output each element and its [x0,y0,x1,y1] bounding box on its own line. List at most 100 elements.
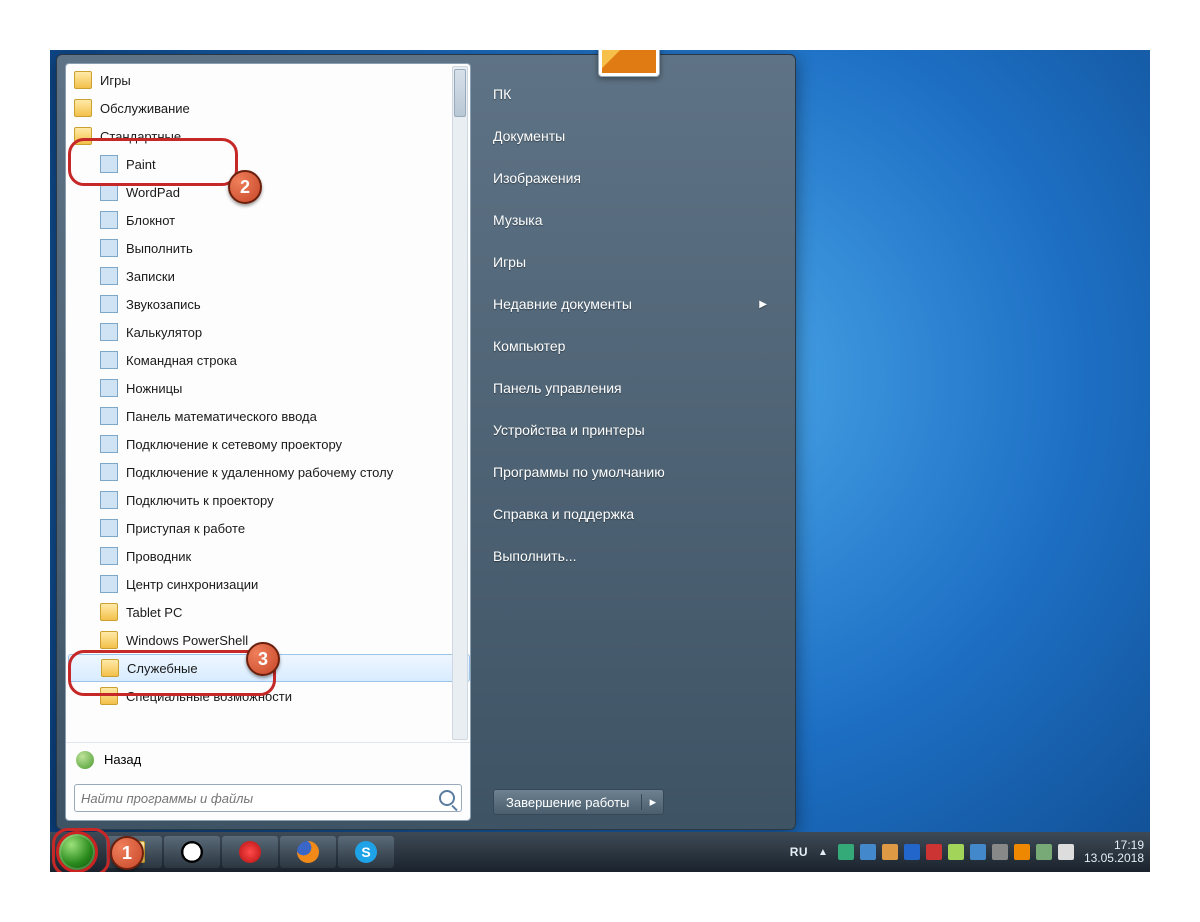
program-label: Стандартные [100,129,181,144]
program-label: Звукозапись [126,297,201,312]
program-item[interactable]: Звукозапись [68,290,470,318]
program-label: Paint [126,157,156,172]
program-folder[interactable]: Обслуживание [68,94,470,122]
start-right-item[interactable]: Выполнить... [493,535,777,577]
program-label: Служебные [127,661,198,676]
program-item[interactable]: Калькулятор [68,318,470,346]
scrollbar-thumb[interactable] [454,69,466,117]
program-label: Центр синхронизации [126,577,258,592]
search-box[interactable] [74,784,462,812]
start-right-label: ПК [493,86,511,102]
start-right-label: Справка и поддержка [493,506,634,522]
app-icon [100,407,118,425]
program-item[interactable]: Подключить к проектору [68,486,470,514]
app-icon [100,155,118,173]
tray-icon[interactable] [926,844,942,860]
program-item[interactable]: Блокнот [68,206,470,234]
shutdown-button[interactable]: Завершение работы ▸ [493,789,664,815]
program-label: Игры [100,73,131,88]
program-label: Ножницы [126,381,182,396]
program-folder[interactable]: Специальные возможности [68,682,470,710]
folder-icon [101,659,119,677]
start-right-label: Устройства и принтеры [493,422,645,438]
program-folder[interactable]: Стандартные [68,122,470,150]
start-right-item[interactable]: ПК [493,73,777,115]
program-item[interactable]: WordPad [68,178,470,206]
start-menu-right-pane: ПК ДокументыИзображенияМузыкаИгрыНедавние… [471,63,787,821]
program-item[interactable]: Приступая к работе [68,514,470,542]
app-icon [100,379,118,397]
tray-icon[interactable] [970,844,986,860]
folder-icon [74,71,92,89]
start-right-item[interactable]: Программы по умолчанию [493,451,777,493]
start-right-item[interactable]: Панель управления [493,367,777,409]
program-label: Командная строка [126,353,237,368]
volume-icon[interactable] [1058,844,1074,860]
start-menu: Игры Обслуживание Стандартные Paint WordPadБ… [56,54,796,830]
tray-icon[interactable] [882,844,898,860]
program-item[interactable]: Записки [68,262,470,290]
start-right-item[interactable]: Игры [493,241,777,283]
program-label: Приступая к работе [126,521,245,536]
program-label: Подключение к сетевому проектору [126,437,342,452]
search-input[interactable] [81,791,439,806]
program-item[interactable]: Выполнить [68,234,470,262]
program-folder[interactable]: Tablet PC [68,598,470,626]
app-icon [100,183,118,201]
program-item[interactable]: Центр синхронизации [68,570,470,598]
app-icon [100,267,118,285]
app-icon [100,463,118,481]
program-item[interactable]: Подключение к удаленному рабочему столу [68,458,470,486]
start-right-item[interactable]: Устройства и принтеры [493,409,777,451]
all-programs-list[interactable]: Игры Обслуживание Стандартные Paint WordPadБ… [66,64,470,742]
taskbar-pinned-panda[interactable] [164,836,220,868]
app-icon [100,323,118,341]
folder-icon [74,127,92,145]
program-folder[interactable]: Игры [68,66,470,94]
tray-icon[interactable] [992,844,1008,860]
taskbar-pinned-skype[interactable]: S [338,836,394,868]
app-icon [100,295,118,313]
program-item[interactable]: Проводник [68,542,470,570]
taskbar-clock[interactable]: 17:19 13.05.2018 [1084,839,1144,865]
app-icon [100,519,118,537]
firefox-icon [297,841,319,863]
tray-icon[interactable] [860,844,876,860]
folder-icon [100,687,118,705]
tray-expand-arrow[interactable]: ▲ [818,847,828,858]
back-button[interactable]: Назад [66,742,470,776]
taskbar-pinned-firefox[interactable] [280,836,336,868]
system-tray: RU ▲ 17:19 13.05.2018 [790,839,1144,865]
tray-icon[interactable] [838,844,854,860]
program-item[interactable]: Paint [68,150,470,178]
language-indicator[interactable]: RU [790,845,808,859]
app-icon [100,547,118,565]
annotation-badge-3: 3 [246,642,280,676]
program-item[interactable]: Панель математического ввода [68,402,470,430]
tray-icon[interactable] [904,844,920,860]
search-icon [439,790,455,806]
start-right-item[interactable]: Изображения [493,157,777,199]
start-right-item[interactable]: Документы [493,115,777,157]
app-icon [100,239,118,257]
start-right-item[interactable]: Компьютер [493,325,777,367]
start-right-item[interactable]: Недавние документы▶ [493,283,777,325]
start-menu-left-pane: Игры Обслуживание Стандартные Paint WordPadБ… [65,63,471,821]
program-label: Выполнить [126,241,193,256]
start-button[interactable] [56,831,98,872]
start-right-item[interactable]: Музыка [493,199,777,241]
tray-icon[interactable] [948,844,964,860]
program-label: Подключить к проектору [126,493,274,508]
start-right-item[interactable]: Справка и поддержка [493,493,777,535]
taskbar-pinned-opera[interactable] [222,836,278,868]
tray-icon[interactable] [1014,844,1030,860]
shutdown-options-arrow[interactable]: ▸ [641,794,663,810]
program-item[interactable]: Подключение к сетевому проектору [68,430,470,458]
scrollbar[interactable] [452,66,468,740]
app-icon [100,491,118,509]
program-item[interactable]: Командная строка [68,346,470,374]
start-right-label: Компьютер [493,338,565,354]
program-item[interactable]: Ножницы [68,374,470,402]
tray-icon[interactable] [1036,844,1052,860]
program-label: Калькулятор [126,325,202,340]
